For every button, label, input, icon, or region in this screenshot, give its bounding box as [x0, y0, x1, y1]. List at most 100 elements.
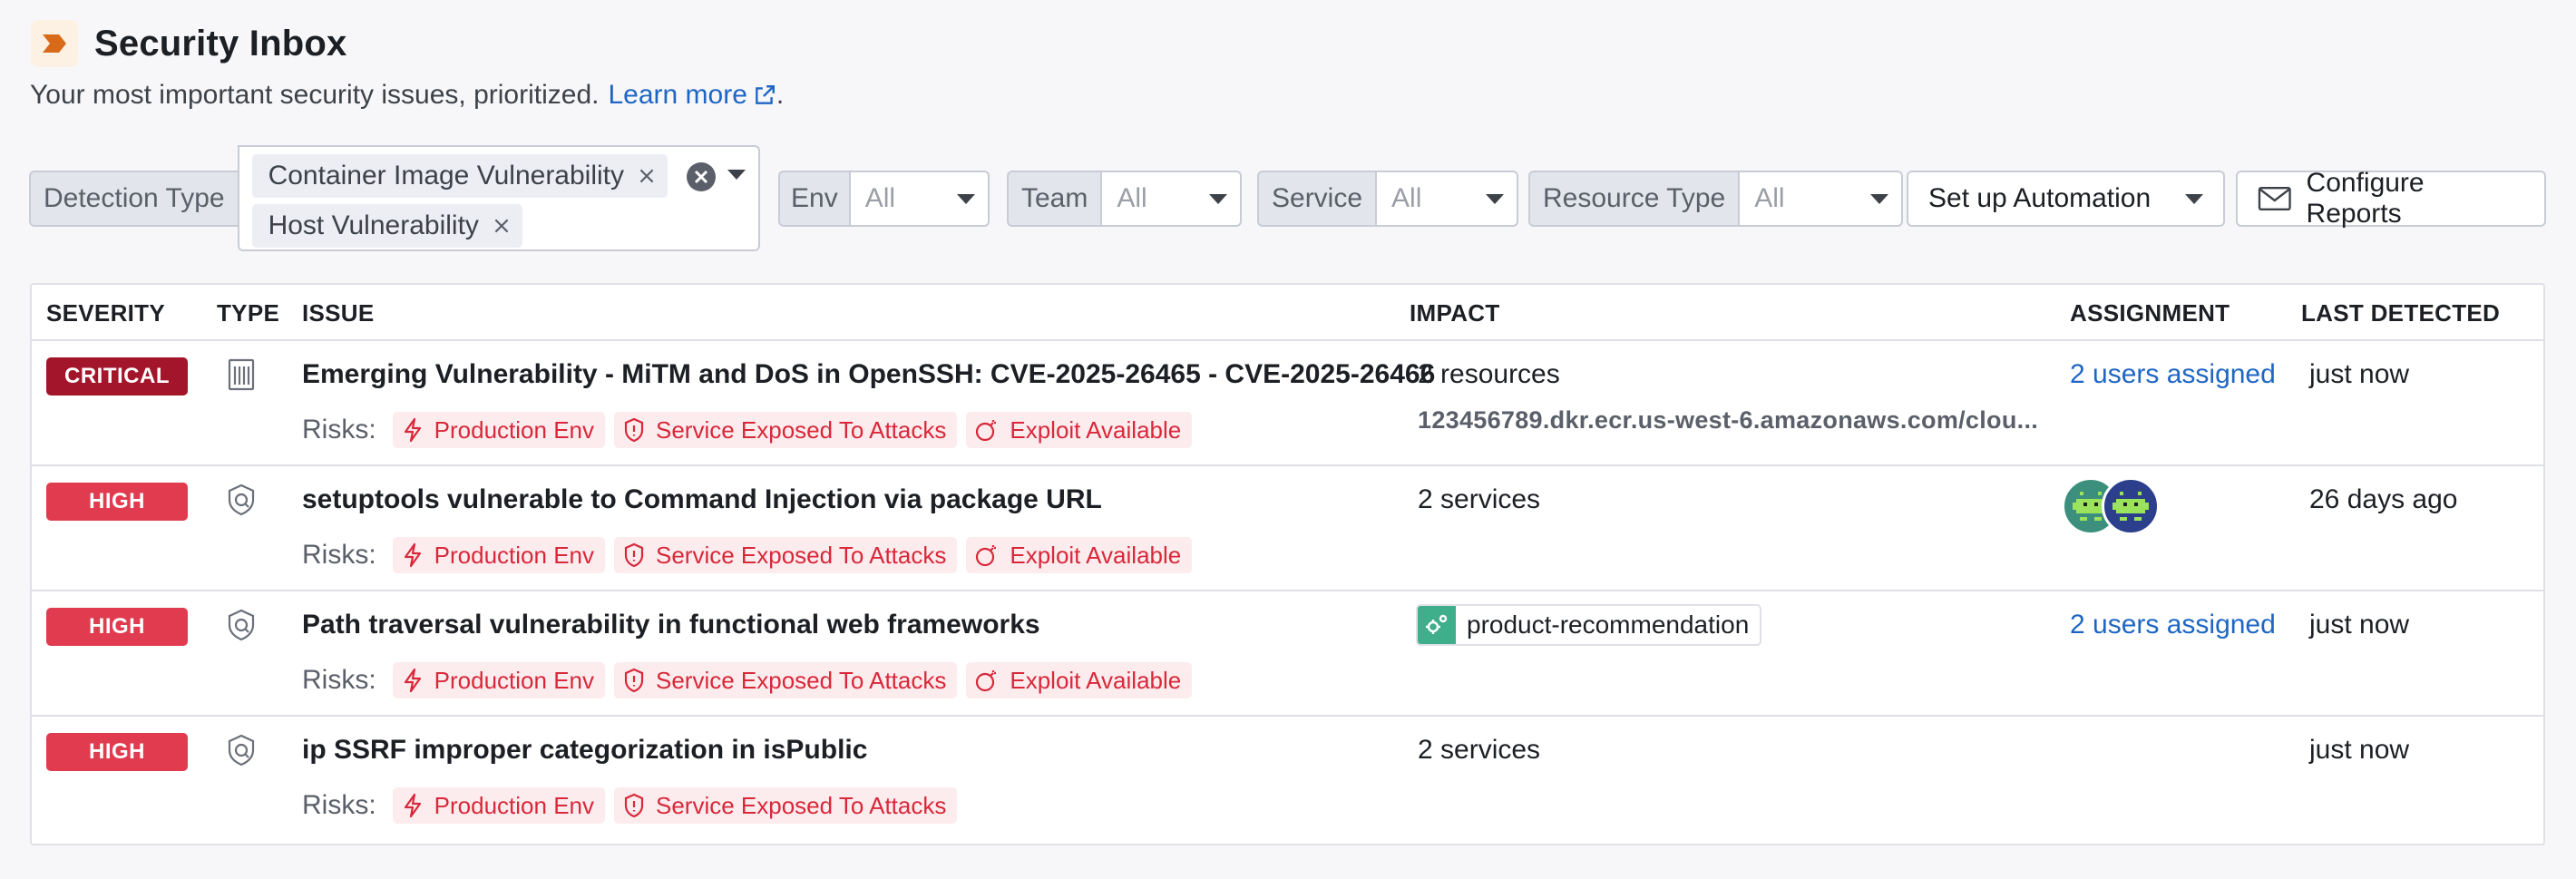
bomb-icon: [976, 545, 997, 567]
set-up-automation-label: Set up Automation: [1928, 183, 2152, 213]
page-subtitle: Your most important security issues, pri…: [30, 80, 784, 111]
risk-tag-exploit-available: Exploit Available: [966, 412, 1193, 448]
page-title: Security Inbox: [94, 23, 347, 63]
issue-title[interactable]: setuptools vulnerable to Command Injecti…: [302, 484, 1102, 515]
lightning-icon: [404, 668, 421, 693]
chevron-down-icon: [956, 193, 975, 204]
service-filter-label: Service: [1257, 171, 1376, 227]
column-header-issue[interactable]: ISSUE: [302, 299, 375, 327]
service-chip[interactable]: product-recommendation: [1416, 604, 1762, 646]
resource-type-select[interactable]: All: [1738, 171, 1904, 227]
assignment-link[interactable]: 2 users assigned: [2070, 610, 2276, 640]
issue-title[interactable]: ip SSRF improper categorization in isPub…: [302, 735, 867, 766]
env-select[interactable]: All: [848, 171, 990, 227]
impact-text: 2 resources: [1418, 359, 1560, 389]
chevron-down-icon[interactable]: [727, 170, 746, 180]
service-gears-icon: [1418, 606, 1456, 644]
security-inbox-logo-icon: [31, 20, 78, 67]
impact-resource-name[interactable]: 123456789.dkr.ecr.us-west-6.amazonaws.co…: [1418, 406, 2038, 435]
chip-label: Host Vulnerability: [268, 210, 479, 240]
table-row[interactable]: CRITICAL Emerging Vulnerability - MiTM a…: [32, 339, 2543, 464]
shield-scan-icon: [224, 733, 259, 772]
assignee-avatars[interactable]: [2062, 477, 2160, 535]
subtitle-text: Your most important security issues, pri…: [30, 80, 600, 110]
detection-type-multiselect[interactable]: Container Image Vulnerability Host Vulne…: [237, 145, 760, 251]
table-row[interactable]: HIGH ip SSRF improper categorization in …: [32, 715, 2543, 840]
severity-badge: HIGH: [46, 733, 188, 771]
shield-scan-icon: [224, 483, 259, 522]
env-filter: Env All: [778, 171, 990, 227]
configure-reports-button[interactable]: Configure Reports: [2236, 168, 2546, 229]
learn-more-label: Learn more: [608, 80, 747, 110]
filter-chip-host-vulnerability: Host Vulnerability: [251, 204, 522, 248]
env-filter-label: Env: [778, 171, 849, 227]
env-select-value: All: [864, 183, 896, 213]
shield-scan-icon: [224, 608, 259, 647]
assignment-link[interactable]: 2 users assigned: [2070, 359, 2276, 390]
risk-tag-exploit-available: Exploit Available: [966, 662, 1193, 698]
service-name: product-recommendation: [1467, 610, 1750, 639]
risk-tag-production-env: Production Env: [392, 412, 605, 448]
last-detected: just now: [2309, 735, 2410, 765]
service-select[interactable]: All: [1375, 171, 1519, 227]
column-header-type[interactable]: TYPE: [217, 299, 279, 327]
column-header-assignment[interactable]: ASSIGNMENT: [2070, 299, 2230, 327]
remove-chip-icon[interactable]: [492, 216, 512, 236]
risks-label: Risks:: [302, 665, 376, 695]
risk-tag-exploit-available: Exploit Available: [966, 537, 1193, 573]
risk-tag-production-env: Production Env: [392, 662, 605, 698]
issue-title[interactable]: Emerging Vulnerability - MiTM and DoS in…: [302, 359, 1435, 390]
table-row[interactable]: HIGH Path traversal vulnerability in fun…: [32, 590, 2543, 715]
shield-alert-icon: [624, 417, 644, 443]
risk-tag-production-env: Production Env: [392, 787, 605, 824]
envelope-icon: [2258, 186, 2291, 211]
risks-group: Risks: Production Env Service Exposed To…: [302, 412, 1193, 448]
last-detected: 26 days ago: [2309, 484, 2458, 514]
risk-tag-service-exposed: Service Exposed To Attacks: [614, 537, 958, 573]
lightning-icon: [404, 417, 421, 443]
detection-type-filter: Detection Type Container Image Vulnerabi…: [29, 145, 760, 251]
last-detected: just now: [2309, 610, 2410, 640]
team-select[interactable]: All: [1100, 171, 1243, 227]
bomb-icon: [976, 670, 997, 692]
risks-group: Risks: Production Env Service Exposed To…: [302, 662, 1193, 698]
shield-alert-icon: [624, 542, 644, 568]
robot-avatar-icon: [2113, 492, 2149, 521]
set-up-automation-button[interactable]: Set up Automation: [1907, 171, 2225, 227]
severity-badge: HIGH: [46, 608, 188, 646]
risks-label: Risks:: [302, 415, 376, 444]
chevron-down-icon: [1486, 193, 1505, 204]
service-select-value: All: [1391, 183, 1422, 213]
severity-badge: CRITICAL: [46, 357, 188, 396]
team-filter-label: Team: [1007, 171, 1101, 227]
last-detected: just now: [2309, 359, 2410, 389]
remove-chip-icon[interactable]: [637, 166, 657, 186]
impact-text: 2 services: [1418, 735, 1541, 765]
severity-badge: HIGH: [46, 483, 188, 521]
column-header-severity[interactable]: SEVERITY: [46, 299, 165, 327]
clear-all-icon[interactable]: [686, 161, 717, 197]
lightning-icon: [404, 793, 421, 818]
subtitle-period: .: [776, 80, 785, 110]
risk-tag-service-exposed: Service Exposed To Attacks: [614, 662, 958, 698]
impact-text: 2 services: [1418, 484, 1541, 514]
risk-tag-service-exposed: Service Exposed To Attacks: [614, 412, 958, 448]
risk-tag-service-exposed: Service Exposed To Attacks: [614, 787, 958, 824]
external-link-icon: [756, 85, 775, 104]
service-filter: Service All: [1257, 171, 1519, 227]
column-header-last-detected[interactable]: LAST DETECTED: [2301, 299, 2500, 327]
page-header: Security Inbox: [31, 20, 346, 67]
avatar[interactable]: [2102, 477, 2160, 535]
chevron-down-icon: [1870, 193, 1889, 204]
table-row[interactable]: HIGH setuptools vulnerable to Command In…: [32, 464, 2543, 590]
filter-chip-container-image: Container Image Vulnerability: [251, 154, 668, 198]
risks-group: Risks: Production Env Service Exposed To…: [302, 537, 1193, 573]
configure-reports-label: Configure Reports: [2306, 168, 2425, 229]
shield-alert-icon: [624, 668, 644, 693]
issue-title[interactable]: Path traversal vulnerability in function…: [302, 610, 1040, 640]
lightning-icon: [404, 542, 421, 568]
building-icon: [224, 357, 259, 396]
risk-tag-production-env: Production Env: [392, 537, 605, 573]
learn-more-link[interactable]: Learn more: [608, 80, 776, 111]
column-header-impact[interactable]: IMPACT: [1410, 299, 1500, 327]
